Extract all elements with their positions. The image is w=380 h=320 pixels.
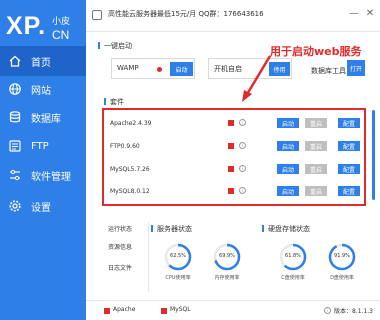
suite-title: 套件 bbox=[104, 98, 124, 106]
title-bar-text: 高性能云服务器最低15元/月 QQ群：176643616 bbox=[108, 10, 264, 18]
info-icon[interactable]: i bbox=[239, 165, 246, 172]
mysql-legend-label: MySQL bbox=[170, 306, 191, 313]
sidebar-item-label: 网站 bbox=[31, 85, 51, 97]
d-drive-gauge-value: 91.9% bbox=[334, 253, 350, 259]
sidebar-item-label: FTP bbox=[31, 140, 49, 152]
mysql57-status-square bbox=[228, 166, 234, 172]
wamp-status-dot bbox=[157, 67, 162, 72]
ftp-restart-button[interactable]: 重启 bbox=[305, 141, 327, 151]
db-tool-open-button[interactable]: 打开 bbox=[347, 60, 365, 76]
sidebar-item-label: 设置 bbox=[31, 202, 51, 214]
apache-legend-square bbox=[104, 308, 110, 314]
apache-config-button[interactable]: 配置 bbox=[338, 118, 360, 128]
home-icon bbox=[9, 55, 21, 67]
apache-restart-button[interactable]: 重启 bbox=[305, 118, 327, 128]
ftp-config-button[interactable]: 配置 bbox=[338, 141, 360, 151]
cpu-gauge-label: CPU使用率 bbox=[165, 275, 191, 281]
sidebar-item-database[interactable]: 数据库 bbox=[0, 102, 86, 132]
sidebar-item-home[interactable]: 首页 bbox=[0, 46, 86, 76]
mysql57-start-button[interactable]: 启动 bbox=[277, 164, 299, 174]
mysql80-start-button[interactable]: 启动 bbox=[277, 186, 299, 196]
annotation-text: 用于启动web服务 bbox=[270, 45, 362, 58]
disk-status-title: 硬盘存储状态 bbox=[262, 225, 310, 233]
suite-row-name: FTP0.9.60 bbox=[110, 143, 140, 150]
quick-start-title: 一键启动 bbox=[98, 42, 132, 50]
memory-gauge-label: 内存使用率 bbox=[214, 275, 240, 281]
version-icon: i bbox=[324, 307, 331, 314]
wamp-start-button[interactable]: 启动 bbox=[170, 62, 193, 76]
sliders-icon bbox=[10, 169, 20, 181]
cpu-gauge-value: 62.5% bbox=[170, 253, 186, 259]
database-icon bbox=[9, 111, 21, 123]
logo-cn-text: CN bbox=[52, 28, 70, 42]
apache-start-button[interactable]: 启动 bbox=[277, 118, 299, 128]
sidebar-item-ftp[interactable]: FTP bbox=[0, 131, 86, 161]
mysql80-config-button[interactable]: 配置 bbox=[338, 186, 360, 196]
logo-small-text: 小皮 bbox=[52, 17, 71, 27]
sidebar: XP. 小皮 CN 首页 网站 数据库 FTP 软件管理 设置 bbox=[0, 0, 86, 320]
mysql57-config-button[interactable]: 配置 bbox=[338, 164, 360, 174]
sidebar-item-label: 软件管理 bbox=[31, 171, 71, 183]
mysql80-restart-button[interactable]: 重启 bbox=[305, 186, 327, 196]
ftp-start-button[interactable]: 启动 bbox=[277, 141, 299, 151]
ftp-status-square bbox=[228, 143, 234, 149]
logo: XP. 小皮 CN bbox=[6, 12, 82, 46]
tab-log-files[interactable]: 日志文件 bbox=[108, 263, 132, 272]
tab-resource-info[interactable]: 资源信息 bbox=[108, 242, 132, 251]
suite-row-name: MySQL8.0.12 bbox=[110, 188, 150, 195]
c-drive-gauge-value: 61.8% bbox=[285, 253, 301, 259]
d-drive-gauge: 91.9% bbox=[327, 242, 357, 272]
wamp-box: WAMP 启动 bbox=[111, 58, 195, 79]
autostart-label: 开机自启 bbox=[214, 65, 242, 73]
memory-gauge: 69.9% bbox=[212, 242, 242, 272]
mysql80-status-square bbox=[228, 188, 234, 194]
tab-run-status[interactable]: 运行状态 bbox=[108, 224, 132, 233]
minimize-button[interactable]: — bbox=[348, 8, 360, 19]
window-icon bbox=[92, 10, 102, 20]
cpu-gauge: 62.5% bbox=[163, 242, 193, 272]
apache-status-square bbox=[228, 120, 234, 126]
globe-icon bbox=[9, 83, 21, 95]
sidebar-item-label: 数据库 bbox=[31, 113, 61, 125]
gear-icon bbox=[9, 200, 21, 212]
mysql57-restart-button[interactable]: 重启 bbox=[305, 164, 327, 174]
db-tool-label: 数据库工具 bbox=[311, 67, 346, 75]
ftp-icon bbox=[9, 140, 21, 152]
close-button[interactable]: ✕ bbox=[364, 8, 376, 19]
app-window: XP. 小皮 CN 首页 网站 数据库 FTP 软件管理 设置 高性能云服务器最… bbox=[0, 0, 380, 320]
apache-legend-label: Apache bbox=[113, 306, 136, 313]
c-drive-gauge: 61.8% bbox=[278, 242, 308, 272]
sidebar-item-settings[interactable]: 设置 bbox=[0, 191, 86, 221]
info-icon[interactable]: i bbox=[239, 142, 246, 149]
suite-row-name: MySQL5.7.26 bbox=[110, 166, 150, 173]
version-text: 版本：8.1.1.3 bbox=[334, 308, 373, 315]
suite-scrollbar[interactable] bbox=[372, 110, 375, 200]
wamp-label: WAMP bbox=[117, 64, 139, 72]
server-status-title: 服务器状态 bbox=[151, 225, 192, 233]
sidebar-item-label: 首页 bbox=[31, 57, 51, 69]
info-icon[interactable]: i bbox=[239, 119, 246, 126]
sidebar-item-software[interactable]: 软件管理 bbox=[0, 160, 86, 190]
sidebar-item-websites[interactable]: 网站 bbox=[0, 74, 86, 104]
info-icon[interactable]: i bbox=[239, 187, 246, 194]
mysql-legend-square bbox=[161, 308, 167, 314]
title-bar: 高性能云服务器最低15元/月 QQ群：176643616 — ✕ bbox=[86, 0, 380, 32]
suite-row-name: Apache2.4.39 bbox=[110, 120, 152, 127]
annotation-arrow bbox=[242, 55, 272, 102]
memory-gauge-value: 69.9% bbox=[219, 253, 235, 259]
footer: Apache MySQL i 版本：8.1.1.3 bbox=[86, 300, 380, 320]
logo-xp-text: XP. bbox=[6, 12, 47, 40]
d-drive-gauge-label: D盘使用率 bbox=[330, 275, 354, 281]
c-drive-gauge-label: C盘使用率 bbox=[281, 275, 305, 281]
